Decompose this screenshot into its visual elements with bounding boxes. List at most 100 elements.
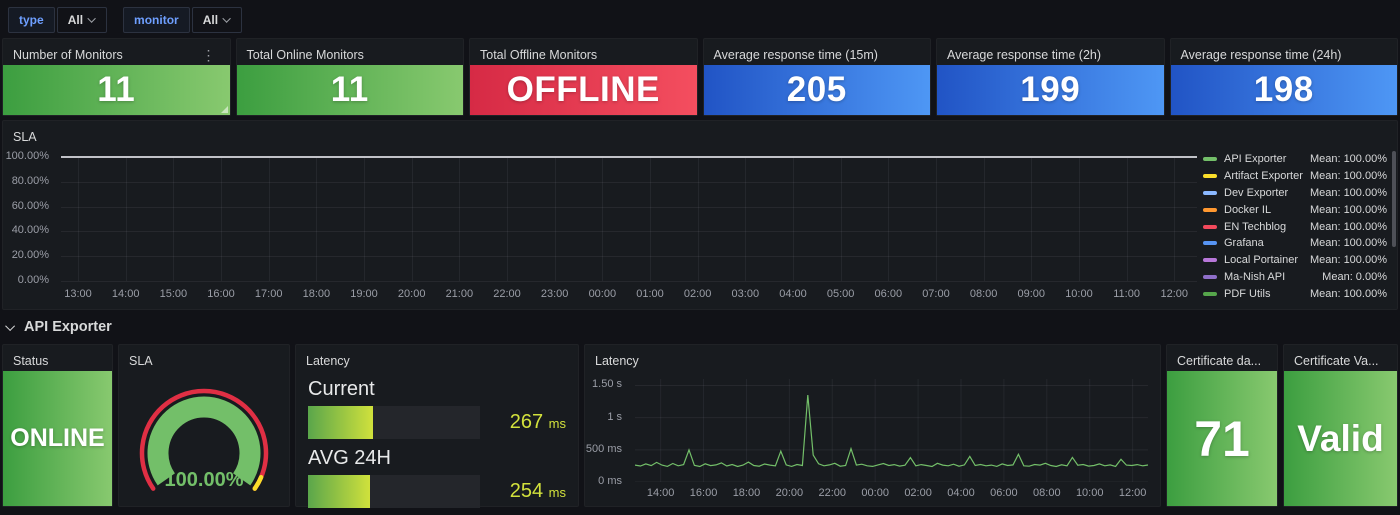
sla-x-axis: 13:00 14:00 15:00 16:00 17:00 18:00 19:00 20:00…: [64, 288, 1189, 300]
certificate-days-panel: Certificate da... 71: [1166, 344, 1278, 507]
panel-title[interactable]: Number of Monitors: [13, 48, 123, 62]
legend-series-mean: Mean: 0.00%: [1322, 270, 1387, 283]
panel-title-latency-bars[interactable]: Latency: [306, 354, 350, 368]
bar-gauge-label: AVG 24H: [308, 447, 391, 469]
legend-series-name[interactable]: Docker IL: [1224, 204, 1310, 216]
bar-gauge-track: [308, 475, 480, 508]
stat-panel: Average response time (2h) 199: [936, 38, 1165, 116]
panel-title[interactable]: Total Offline Monitors: [480, 48, 597, 62]
legend-color-swatch: [1203, 190, 1217, 195]
legend-row: Dev Exporter Mean: 100.00%: [1203, 185, 1387, 202]
bar-gauge-value: 254 ms: [509, 480, 566, 502]
stat-value: 11: [236, 65, 463, 115]
stat-panel: Total Offline Monitors OFFLINE: [469, 38, 698, 116]
legend-series-mean: Mean: 100.00%: [1309, 153, 1387, 166]
dashboard-filters: type All monitor All: [0, 0, 1400, 38]
chevron-down-icon: [222, 14, 231, 23]
latency-chart-panel: Latency 0 ms 500 ms 1 s 1.50 s 14:00 16:00 18…: [584, 344, 1161, 507]
stat-value: 198: [1170, 65, 1397, 115]
resize-handle[interactable]: [220, 106, 228, 113]
panel-title-status[interactable]: Status: [13, 354, 48, 368]
latency-timeseries[interactable]: [635, 379, 1148, 482]
sla-gauge-panel: SLA 100.00%: [118, 344, 290, 507]
legend-row: Grafana Mean: 100.00%: [1203, 235, 1387, 252]
legend-row: Local Portainer Mean: 100.00%: [1203, 252, 1387, 269]
legend-color-swatch: [1203, 274, 1217, 279]
panel-menu-icon[interactable]: ⋮: [198, 48, 220, 62]
section-title: API Exporter: [24, 319, 112, 335]
stat-value: 11: [3, 65, 230, 115]
latency-y-axis: 0 ms 500 ms 1 s 1.50 s: [585, 378, 622, 487]
legend-series-name[interactable]: Artifact Exporter: [1224, 170, 1310, 182]
latency-bars-panel: Latency Current 267 ms AVG 24H 254 ms: [295, 344, 579, 508]
chevron-down-icon: [87, 14, 96, 23]
legend-color-swatch: [1203, 258, 1217, 263]
panel-title[interactable]: Average response time (24h): [1181, 48, 1342, 62]
panel-title-latency-chart[interactable]: Latency: [595, 354, 639, 368]
latency-x-axis: 14:00 16:00 18:00 20:00 22:00 00:00 02:00 04:00…: [646, 487, 1147, 499]
legend-row: Artifact Exporter Mean: 100.00%: [1203, 168, 1387, 185]
bar-gauge-value: 267 ms: [509, 411, 566, 433]
variable-label-monitor: monitor: [123, 7, 190, 33]
stat-panel: Number of Monitors ⋮ 11: [2, 38, 231, 116]
legend-row: Ma-Nish API Mean: 0.00%: [1203, 269, 1387, 286]
sla-gauge: 100.00%: [139, 388, 269, 491]
legend-row: Docker IL Mean: 100.00%: [1203, 201, 1387, 218]
legend-series-mean: Mean: 100.00%: [1309, 203, 1387, 216]
legend-series-mean: Mean: 100.00%: [1309, 220, 1387, 233]
legend-series-name[interactable]: Ma-Nish API: [1224, 271, 1322, 283]
bar-gauge-label: Current: [308, 378, 375, 400]
bar-gauge-fill: [308, 475, 370, 508]
panel-title-cert-days[interactable]: Certificate da...: [1177, 354, 1261, 368]
sla-chart-plot[interactable]: [61, 156, 1197, 282]
stats-row: Number of Monitors ⋮ 11 Total Online Monito…: [2, 38, 1398, 116]
panel-title-sla[interactable]: SLA: [13, 130, 37, 144]
bar-gauge-track: [308, 406, 480, 439]
stat-panel: Average response time (24h) 198: [1169, 38, 1398, 116]
chevron-down-icon: [5, 320, 16, 331]
panel-title[interactable]: Average response time (15m): [714, 48, 878, 62]
legend-color-swatch: [1203, 157, 1217, 162]
stat-value: 199: [937, 65, 1164, 115]
variable-label-type: type: [8, 7, 55, 33]
legend-scrollbar[interactable]: [1392, 151, 1396, 247]
legend-row: EN Techblog Mean: 100.00%: [1203, 218, 1387, 235]
legend-series-mean: Mean: 100.00%: [1309, 287, 1387, 300]
certificate-validity-value: Valid: [1284, 371, 1397, 506]
stat-panel: Total Online Monitors 11: [235, 38, 464, 116]
bar-gauge-fill: [308, 406, 374, 439]
sla-panel: SLA 0.00% 20.00% 40.00% 60.00% 80.00% 100.00%…: [2, 120, 1398, 310]
legend-color-swatch: [1203, 291, 1217, 296]
legend-series-name[interactable]: PDF Utils: [1224, 288, 1310, 300]
sla-legend: API Exporter Mean: 100.00% Artifact Export…: [1203, 151, 1387, 302]
panel-title[interactable]: Total Online Monitors: [247, 48, 364, 62]
panel-title-cert-validity[interactable]: Certificate Va...: [1294, 354, 1379, 368]
legend-row: PDF Utils Mean: 100.00%: [1203, 285, 1387, 302]
stat-value: OFFLINE: [470, 65, 697, 115]
legend-color-swatch: [1203, 207, 1217, 212]
legend-series-mean: Mean: 100.00%: [1309, 170, 1387, 183]
legend-series-mean: Mean: 100.00%: [1309, 254, 1387, 267]
legend-series-name[interactable]: Local Portainer: [1224, 254, 1310, 266]
legend-series-name[interactable]: API Exporter: [1224, 153, 1310, 165]
panel-title-sla-gauge[interactable]: SLA: [129, 354, 153, 368]
api-exporter-row: Status ONLINE SLA 100.00% Latency Curren…: [2, 344, 1398, 508]
variable-dropdown-monitor[interactable]: All: [191, 7, 243, 33]
sla-y-axis: 0.00% 20.00% 40.00% 60.00% 80.00% 100.00%: [5, 150, 49, 286]
status-value: ONLINE: [3, 371, 112, 506]
legend-series-name[interactable]: EN Techblog: [1224, 221, 1310, 233]
legend-row: API Exporter Mean: 100.00%: [1203, 151, 1387, 168]
variable-dropdown-type[interactable]: All: [56, 7, 108, 33]
legend-series-mean: Mean: 100.00%: [1309, 237, 1387, 250]
section-row-api-exporter[interactable]: API Exporter: [5, 314, 1400, 340]
certificate-validity-panel: Certificate Va... Valid: [1283, 344, 1398, 507]
latency-bar-gauges: Current 267 ms AVG 24H 254 ms: [296, 371, 578, 508]
legend-color-swatch: [1203, 241, 1217, 246]
panel-title[interactable]: Average response time (2h): [947, 48, 1101, 62]
legend-series-mean: Mean: 100.00%: [1309, 186, 1387, 199]
gauge-value: 100.00%: [165, 469, 244, 491]
legend-series-name[interactable]: Dev Exporter: [1224, 187, 1310, 199]
stat-value: 205: [703, 65, 930, 115]
status-panel: Status ONLINE: [2, 344, 113, 507]
legend-series-name[interactable]: Grafana: [1224, 237, 1310, 249]
